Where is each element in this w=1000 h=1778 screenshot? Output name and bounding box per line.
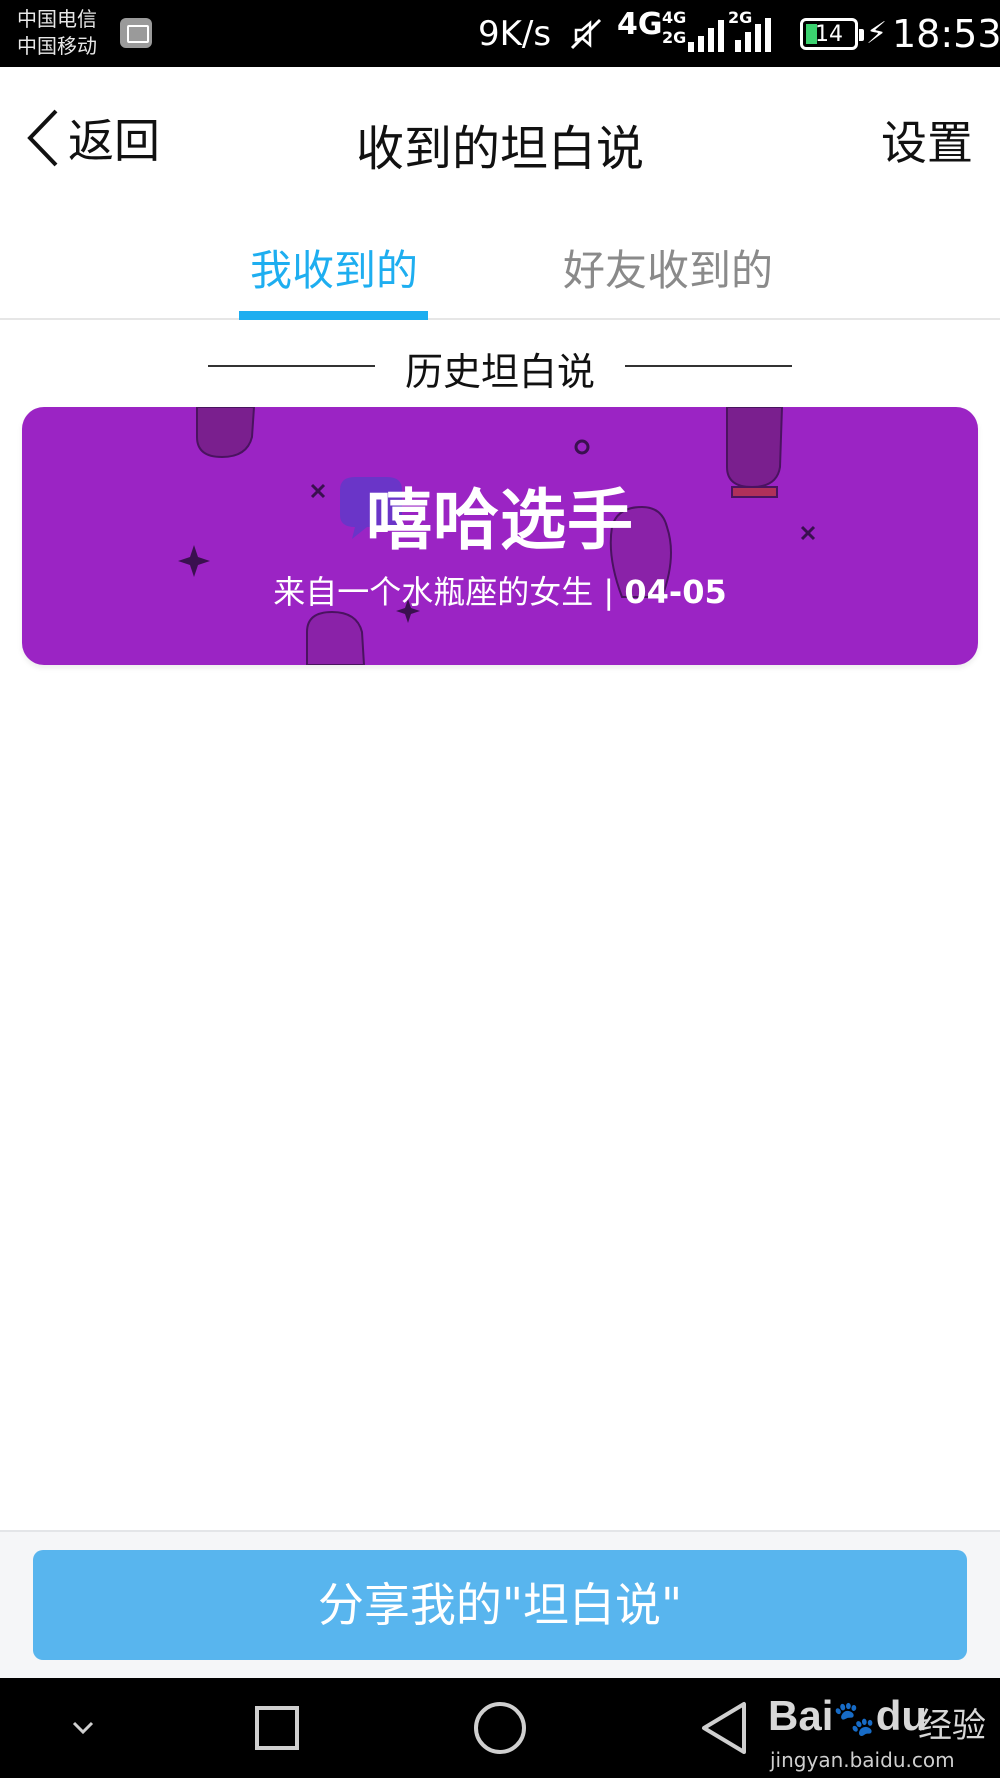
card-subtitle: 来自一个水瓶座的女生 | 04-05 (22, 567, 978, 613)
watermark-url: jingyan.baidu.com (770, 1748, 955, 1772)
clock: 18:53 (892, 12, 1000, 56)
home-circle-icon[interactable] (472, 1700, 528, 1756)
bottom-action-bar: 分享我的"坦白说" (0, 1530, 1000, 1678)
tab-received-by-me[interactable]: 我收到的 (250, 237, 418, 298)
signal-icon-2 (735, 16, 771, 52)
gallery-icon (120, 18, 152, 48)
section-header: 历史坦白说 (0, 335, 1000, 394)
mute-icon (570, 18, 602, 50)
status-bar: 中国电信 中国移动 9K/s 4G 4G 2G 2G 14 ⚡ 18:53 (0, 0, 1000, 67)
active-tab-indicator (239, 311, 428, 320)
settings-button[interactable]: 设置 (881, 107, 973, 173)
section-divider-right (625, 365, 792, 367)
network-speed: 9K/s (478, 14, 552, 54)
carrier-1: 中国电信 (17, 7, 97, 31)
battery-icon: 14 (800, 18, 864, 50)
recents-square-icon[interactable] (253, 1704, 301, 1752)
section-title: 历史坦白说 (404, 350, 595, 394)
page-title: 收到的坦白说 (355, 121, 644, 177)
share-button[interactable]: 分享我的"坦白说" (33, 1550, 967, 1660)
card-sender: 来自一个水瓶座的女生 | (273, 573, 625, 611)
signal-icon (688, 16, 724, 52)
watermark-logo: Bai🐾du (768, 1692, 928, 1739)
card-date: 04-05 (624, 573, 727, 611)
tab-received-by-friends[interactable]: 好友收到的 (563, 237, 773, 298)
paw-icon: 🐾 (833, 1700, 876, 1738)
network-2g-small: 2G (662, 28, 687, 47)
watermark-cn: 经验 (918, 1706, 986, 1746)
tab-bar: 我收到的 好友收到的 (0, 207, 1000, 320)
network-4g-small: 4G (662, 8, 687, 27)
battery-level: 14 (815, 22, 843, 47)
card-title: 嘻哈选手 (366, 482, 634, 559)
carrier-names: 中国电信 中国移动 (17, 6, 97, 60)
network-4g-label: 4G (617, 7, 663, 42)
back-triangle-icon[interactable] (700, 1700, 748, 1756)
baidu-jingyan-watermark: Bai🐾du 经验 jingyan.baidu.com (768, 1678, 988, 1778)
title-bar: 返回 收到的坦白说 设置 (0, 67, 1000, 207)
collapse-chevron-icon[interactable] (68, 1712, 98, 1742)
carrier-2: 中国移动 (17, 34, 97, 58)
charging-icon: ⚡ (866, 16, 888, 51)
confession-card[interactable]: 嘻哈选手 来自一个水瓶座的女生 | 04-05 (22, 407, 978, 665)
